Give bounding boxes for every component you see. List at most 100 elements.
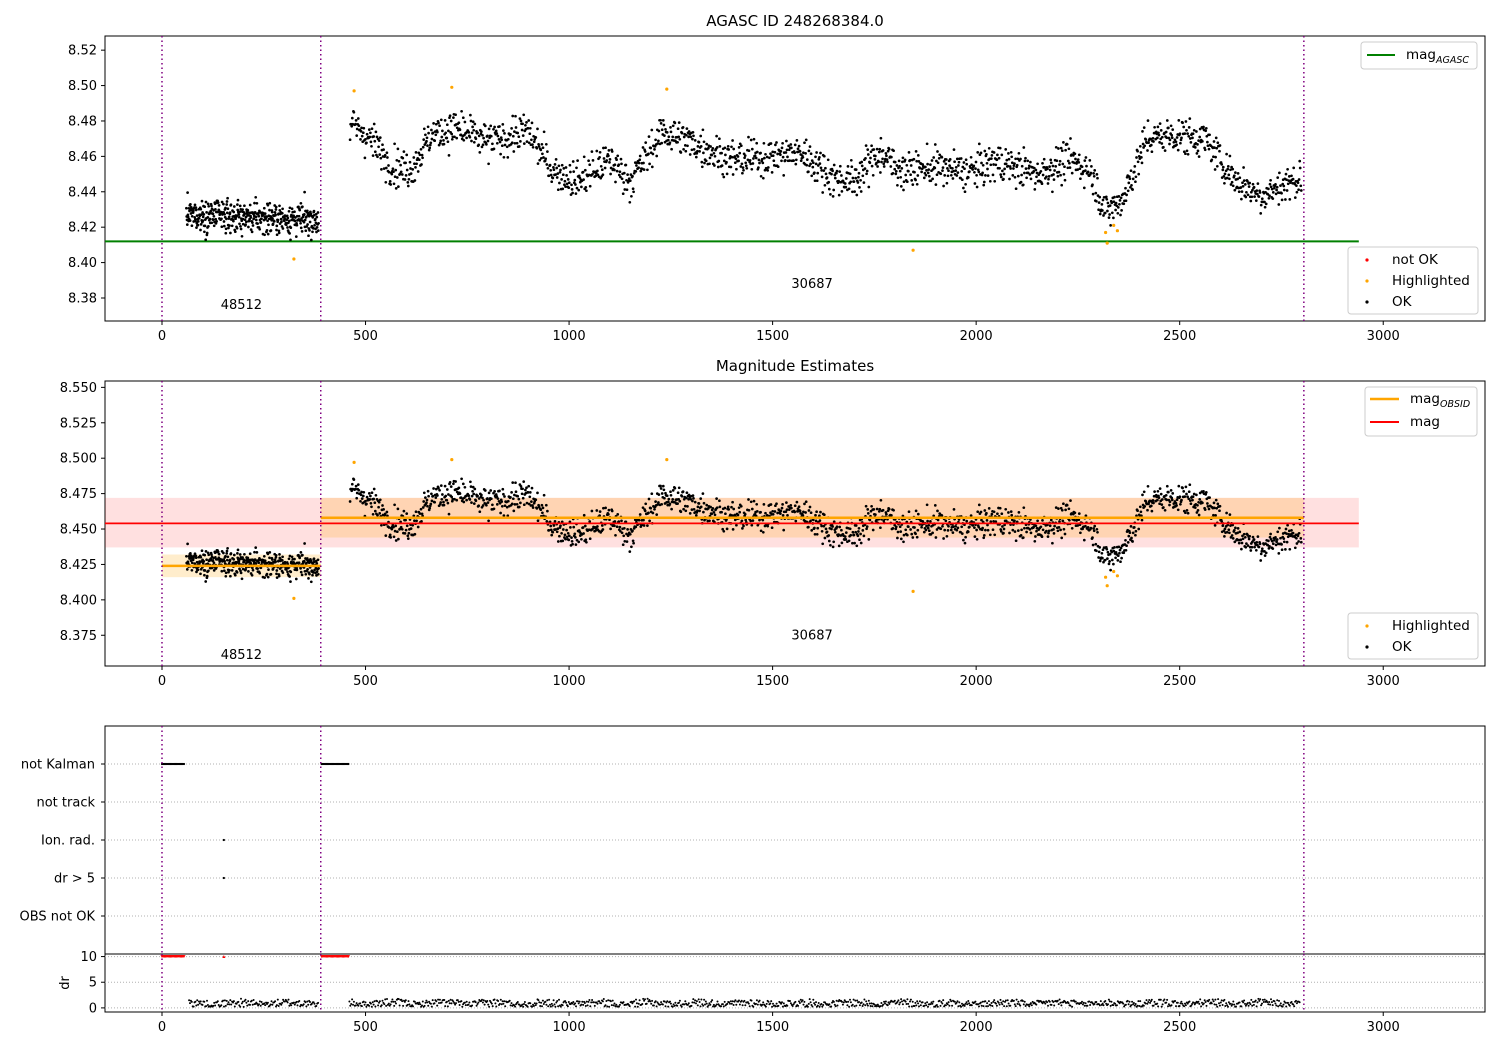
ok-point-1980 bbox=[1198, 498, 1202, 501]
ok-point-191 bbox=[243, 212, 247, 216]
y-tick-label-3: 8.44 bbox=[68, 185, 97, 200]
dr-point-411 bbox=[586, 1004, 589, 1007]
dr-point-20 bbox=[206, 999, 208, 1002]
y-tick-label-7: 8.52 bbox=[68, 44, 97, 59]
ok-point-1244 bbox=[793, 143, 797, 147]
dr-point-105 bbox=[282, 998, 285, 1001]
ok-point-1072 bbox=[699, 497, 703, 500]
highlighted-point-2 bbox=[665, 458, 669, 462]
ok-point-1802 bbox=[1100, 551, 1104, 555]
ok-point-1247 bbox=[795, 139, 799, 142]
dr-point-148 bbox=[351, 998, 354, 1001]
ok-point-801 bbox=[550, 180, 554, 184]
ok-point-2016 bbox=[1218, 149, 1221, 153]
ok-point-1140 bbox=[736, 155, 740, 158]
ok-point-868 bbox=[587, 159, 590, 163]
ok-point-400 bbox=[307, 234, 310, 238]
ok-point-203 bbox=[247, 570, 250, 573]
ok-point-1869 bbox=[1137, 172, 1141, 176]
ok-point-825 bbox=[563, 533, 567, 537]
ok-point-1246 bbox=[794, 158, 798, 162]
ok-point-1985 bbox=[1201, 140, 1204, 143]
ok-point-1393 bbox=[875, 507, 879, 511]
ok-point-784 bbox=[541, 511, 544, 515]
ok-point-1142 bbox=[737, 146, 741, 149]
ok-point-523 bbox=[397, 159, 401, 163]
ok-point-1409 bbox=[884, 152, 888, 155]
ok-point-269 bbox=[267, 568, 270, 571]
dr-point-307 bbox=[493, 998, 496, 1001]
dr-point-226 bbox=[421, 1004, 423, 1007]
ok-point-169 bbox=[236, 548, 240, 552]
ok-point-800 bbox=[549, 173, 553, 177]
ok-point-1571 bbox=[973, 535, 977, 538]
ok-point-1062 bbox=[693, 139, 697, 142]
ok-point-716 bbox=[503, 143, 507, 147]
ok-point-803 bbox=[551, 176, 555, 180]
ok-point-575 bbox=[426, 144, 429, 147]
ok-point-88 bbox=[211, 218, 215, 222]
ok-point-1148 bbox=[741, 171, 744, 175]
ok-point-673 bbox=[480, 130, 483, 133]
ok-point-1553 bbox=[963, 190, 967, 194]
ok-point-1092 bbox=[710, 512, 714, 516]
ok-point-169 bbox=[236, 198, 240, 202]
ok-point-1342 bbox=[847, 187, 851, 191]
dr-point-185 bbox=[384, 998, 387, 1001]
ok-point-115 bbox=[220, 217, 223, 221]
agasc-panel-legend-upper: magAGASC bbox=[1360, 41, 1478, 70]
ok-point-1397 bbox=[877, 150, 881, 154]
ok-point-568 bbox=[422, 138, 426, 141]
dr-point-252 bbox=[444, 1005, 447, 1008]
ok-point-1355 bbox=[854, 524, 858, 527]
ok-point-332 bbox=[286, 216, 290, 220]
ok-point-1251 bbox=[797, 144, 801, 148]
ok-point-1766 bbox=[1080, 165, 1084, 169]
ok-point-949 bbox=[631, 187, 635, 191]
ok-point-66 bbox=[205, 211, 208, 214]
ok-point-1588 bbox=[982, 534, 986, 537]
ok-point-1013 bbox=[666, 138, 670, 142]
ok-point-1980 bbox=[1198, 135, 1202, 139]
ok-point-305 bbox=[278, 553, 281, 556]
ok-point-1310 bbox=[830, 527, 833, 531]
ok-point-125 bbox=[223, 212, 226, 216]
ok-point-209 bbox=[248, 552, 252, 556]
ok-point-916 bbox=[613, 520, 617, 523]
ok-point-1119 bbox=[725, 160, 728, 164]
ok-point-831 bbox=[566, 531, 570, 535]
dr-point-159 bbox=[360, 1005, 363, 1008]
ok-point-1132 bbox=[732, 507, 736, 511]
ok-point-677 bbox=[482, 136, 485, 140]
ok-point-1812 bbox=[1106, 209, 1109, 213]
x-tick-label-0: 0 bbox=[158, 674, 166, 689]
ok-point-1968 bbox=[1191, 495, 1195, 499]
ok-point-1961 bbox=[1187, 490, 1191, 494]
ok-point-1116 bbox=[723, 146, 727, 150]
ok-point-1017 bbox=[669, 490, 672, 494]
ok-point-628 bbox=[455, 498, 459, 502]
ok-point-397 bbox=[306, 223, 309, 226]
ok-point-971 bbox=[643, 509, 647, 513]
ok-point-978 bbox=[647, 497, 651, 501]
ok-point-32 bbox=[194, 208, 198, 212]
ok-point-1285 bbox=[816, 526, 820, 530]
ok-point-1949 bbox=[1181, 486, 1184, 490]
ok-point-1724 bbox=[1057, 526, 1061, 529]
ok-point-911 bbox=[610, 150, 614, 153]
ok-point-1599 bbox=[988, 533, 992, 537]
ok-point-1632 bbox=[1007, 152, 1010, 155]
ok-point-1096 bbox=[712, 151, 716, 155]
ok-point-985 bbox=[651, 511, 655, 515]
ok-point-535 bbox=[404, 518, 407, 522]
dr-point-93 bbox=[271, 1003, 274, 1006]
ok-point-342 bbox=[289, 570, 293, 574]
ok-point-362 bbox=[295, 568, 299, 572]
highlighted-point-6 bbox=[1105, 241, 1109, 245]
ok-point-1825 bbox=[1113, 546, 1116, 549]
ok-point-33 bbox=[195, 226, 198, 229]
ok-point-471 bbox=[369, 494, 372, 498]
ok-point-1150 bbox=[742, 524, 745, 528]
ok-point-1789 bbox=[1093, 524, 1097, 528]
ok-point-917 bbox=[614, 180, 617, 184]
